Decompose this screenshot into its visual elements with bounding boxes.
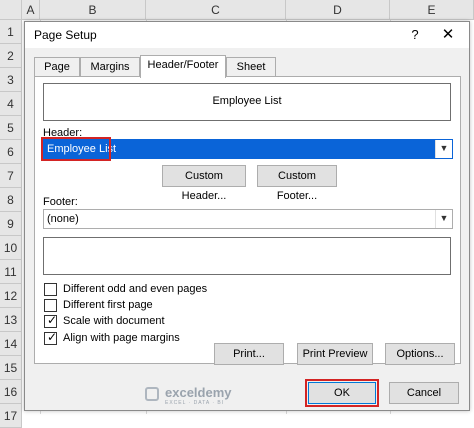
column-header-a[interactable]: A	[22, 0, 40, 20]
tab-sheet[interactable]: Sheet	[226, 57, 276, 77]
row-header-11[interactable]: 11	[0, 260, 22, 284]
page-setup-dialog: Page Setup ? ✕ Page Margins Header/Foote…	[24, 21, 470, 411]
checkbox-label: Different odd and even pages	[63, 283, 208, 295]
check-icon: ✓	[47, 330, 58, 344]
tab-page[interactable]: Page	[34, 57, 80, 77]
tab-margins[interactable]: Margins	[80, 57, 140, 77]
checkbox-box[interactable]	[44, 299, 57, 312]
row-header-12[interactable]: 12	[0, 284, 22, 308]
print-button[interactable]: Print...	[214, 343, 284, 365]
options-button[interactable]: Options...	[385, 343, 455, 365]
watermark-tagline: EXCEL · DATA · BI	[165, 400, 225, 406]
footer-label: Footer:	[43, 196, 78, 208]
row-header-9[interactable]: 9	[0, 212, 22, 236]
highlight-outline	[41, 137, 111, 161]
column-header-e[interactable]: E	[390, 0, 474, 20]
footer-dropdown[interactable]: (none) ▼	[43, 209, 453, 229]
exceldemy-logo-icon	[145, 387, 159, 401]
header-footer-panel: Employee List Header: Employee List ▼ Cu…	[34, 76, 461, 365]
row-header-7[interactable]: 7	[0, 164, 22, 188]
custom-header-button[interactable]: Custom Header...	[162, 165, 246, 202]
row-header-16[interactable]: 16	[0, 380, 22, 404]
chevron-down-icon[interactable]: ▼	[435, 140, 452, 158]
row-header-10[interactable]: 10	[0, 236, 22, 260]
checkbox-label: Scale with document	[63, 315, 165, 327]
column-header-c[interactable]: C	[146, 0, 286, 20]
row-header-6[interactable]: 6	[0, 140, 22, 164]
check-icon: ✓	[47, 313, 58, 327]
row-header-13[interactable]: 13	[0, 308, 22, 332]
checkbox-label: Different first page	[63, 299, 153, 311]
footer-dropdown-value: (none)	[47, 213, 79, 225]
column-header-d[interactable]: D	[286, 0, 390, 20]
row-header-4[interactable]: 4	[0, 92, 22, 116]
watermark-name: exceldemy	[165, 385, 232, 400]
header-preview-text: Employee List	[212, 95, 282, 107]
print-preview-button[interactable]: Print Preview	[297, 343, 373, 365]
dialog-title: Page Setup	[34, 28, 97, 42]
checkbox-box[interactable]	[44, 283, 57, 296]
row-header-14[interactable]: 14	[0, 332, 22, 356]
row-header-17[interactable]: 17	[0, 404, 22, 428]
row-header-15[interactable]: 15	[0, 356, 22, 380]
close-icon[interactable]: ✕	[437, 25, 459, 45]
help-icon[interactable]: ?	[405, 25, 425, 45]
checkbox-box[interactable]: ✓	[44, 313, 58, 328]
column-header-b[interactable]: B	[40, 0, 146, 20]
row-header-1[interactable]: 1	[0, 20, 22, 44]
footer-preview	[43, 237, 451, 275]
checkbox-box[interactable]: ✓	[44, 330, 58, 345]
row-header-5[interactable]: 5	[0, 116, 22, 140]
checkbox-label: Align with page margins	[63, 332, 180, 344]
custom-footer-button[interactable]: Custom Footer...	[257, 165, 337, 202]
cancel-button[interactable]: Cancel	[389, 382, 459, 404]
select-all-corner[interactable]	[0, 0, 22, 20]
header-preview: Employee List	[43, 83, 451, 121]
highlight-outline	[305, 379, 379, 407]
tab-header-footer[interactable]: Header/Footer	[140, 55, 226, 78]
chevron-down-icon[interactable]: ▼	[435, 210, 452, 228]
dialog-titlebar[interactable]: Page Setup ? ✕	[25, 22, 469, 48]
row-header-3[interactable]: 3	[0, 68, 22, 92]
row-header-2[interactable]: 2	[0, 44, 22, 68]
row-header-8[interactable]: 8	[0, 188, 22, 212]
